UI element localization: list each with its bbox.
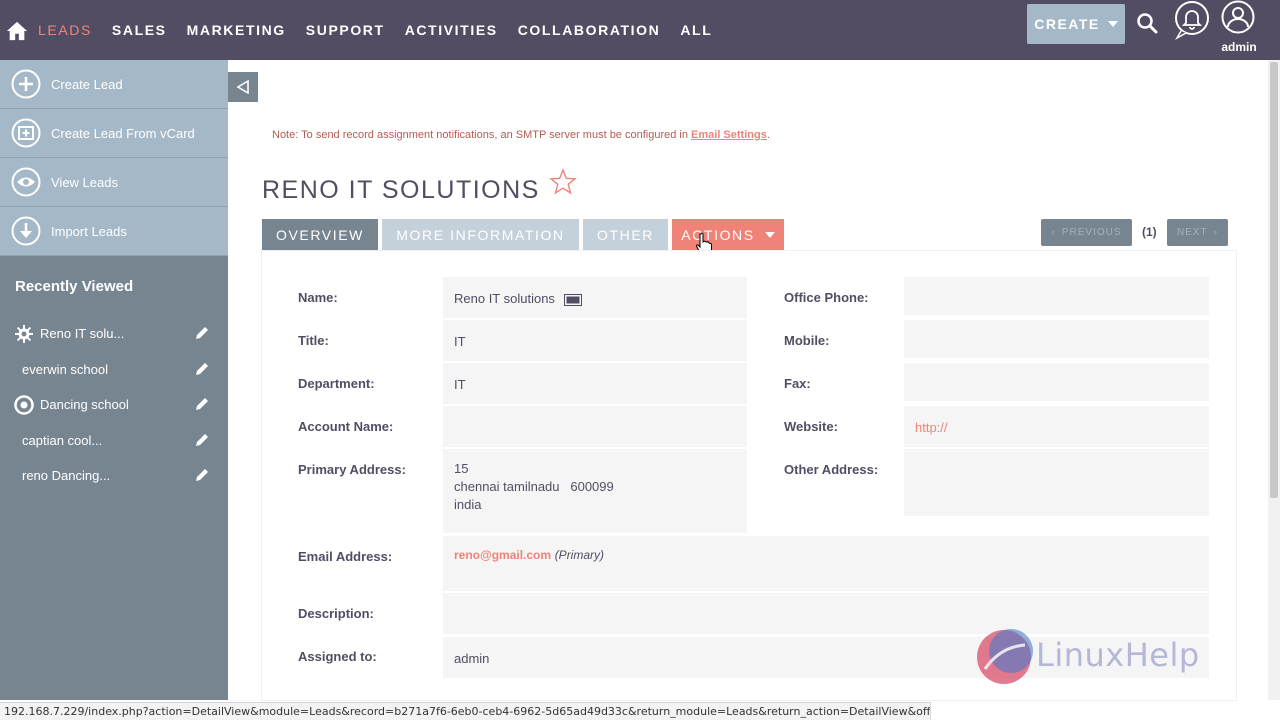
email-primary-tag: (Primary): [554, 548, 605, 562]
account-name-value: [443, 406, 747, 447]
recent-item[interactable]: captian cool...: [0, 423, 228, 459]
office-phone-value: [904, 277, 1209, 315]
recent-item[interactable]: Dancing school: [0, 387, 228, 423]
pencil-icon[interactable]: [194, 325, 210, 341]
nav-all[interactable]: ALL: [680, 22, 712, 38]
sidebar-import-leads-label: Import Leads: [51, 223, 127, 239]
triangle-left-icon: [236, 80, 249, 94]
name-label: Name:: [298, 290, 338, 305]
tab-overview[interactable]: OVERVIEW: [262, 219, 378, 251]
next-label: NEXT: [1176, 227, 1208, 238]
eye-icon: [11, 167, 41, 197]
user-name[interactable]: admin: [1214, 40, 1264, 54]
sidebar-create-lead-vcard[interactable]: Create Lead From vCard: [0, 109, 228, 158]
assigned-to-label: Assigned to:: [298, 649, 377, 664]
primary-address-label: Primary Address:: [298, 462, 406, 477]
chevron-right-icon: ›: [1213, 227, 1218, 238]
create-button-label: CREATE: [1034, 16, 1100, 32]
sidebar-create-lead-vcard-label: Create Lead From vCard: [51, 125, 195, 141]
mobile-label: Mobile:: [784, 333, 830, 348]
pencil-icon[interactable]: [194, 396, 210, 412]
bell-icon[interactable]: [1173, 0, 1211, 40]
previous-label: PREVIOUS: [1061, 227, 1122, 238]
browser-status-bar: 192.168.7.229/index.php?action=DetailVie…: [0, 702, 931, 720]
page-scrollbar[interactable]: [1268, 60, 1280, 700]
caret-down-icon: [764, 232, 775, 238]
nav-leads[interactable]: LEADS: [38, 22, 92, 38]
nav-sales[interactable]: SALES: [112, 22, 167, 38]
avatar-icon[interactable]: [1221, 0, 1255, 34]
department-value: IT: [443, 363, 747, 404]
chevron-left-icon: ‹: [1051, 227, 1056, 238]
nav-activities[interactable]: ACTIVITIES: [405, 22, 498, 38]
recent-item[interactable]: Reno IT solu...: [0, 316, 228, 352]
nav-marketing[interactable]: MARKETING: [187, 22, 286, 38]
sidebar-view-leads[interactable]: View Leads: [0, 158, 228, 207]
smtp-note: Note: To send record assignment notifica…: [272, 129, 770, 141]
home-icon[interactable]: [6, 20, 28, 42]
tab-other[interactable]: OTHER: [583, 219, 668, 251]
nav-support[interactable]: SUPPORT: [306, 22, 385, 38]
sidebar-create-lead[interactable]: Create Lead: [0, 60, 228, 109]
pencil-icon[interactable]: [194, 432, 210, 448]
smtp-note-text: Note: To send record assignment notifica…: [272, 129, 692, 141]
name-value-text: Reno IT solutions: [454, 291, 555, 306]
vcard-icon[interactable]: [563, 293, 582, 306]
sidebar-view-leads-label: View Leads: [51, 174, 118, 190]
website-label: Website:: [784, 419, 838, 434]
sidebar: Create Lead Create Lead From vCard View …: [0, 60, 228, 700]
address-line: chennai tamilnadu 600099: [454, 479, 614, 494]
address-line: india: [454, 497, 482, 512]
actions-dropdown-button[interactable]: ACTIONS: [672, 219, 784, 251]
actions-label: ACTIONS: [681, 227, 755, 243]
smtp-note-suffix: .: [766, 129, 770, 141]
nav-collaboration[interactable]: COLLABORATION: [518, 22, 661, 38]
page-title: RENO IT SOLUTIONS: [262, 176, 540, 204]
website-link[interactable]: http://: [904, 406, 1209, 447]
other-address-label: Other Address:: [784, 462, 879, 477]
previous-button[interactable]: ‹ PREVIOUS: [1041, 219, 1132, 246]
top-navbar: LEADS SALES MARKETING SUPPORT ACTIVITIES…: [0, 0, 1280, 60]
description-label: Description:: [298, 606, 374, 621]
recent-item[interactable]: everwin school: [0, 352, 228, 388]
caret-down-icon: [1107, 21, 1118, 27]
star-icon[interactable]: [549, 168, 577, 196]
watermark-text: LinuxHelp: [1036, 636, 1200, 674]
name-value: Reno IT solutions: [443, 277, 747, 318]
pager-count: (1): [1142, 225, 1157, 239]
sidebar-import-leads[interactable]: Import Leads: [0, 207, 228, 256]
title-label: Title:: [298, 333, 329, 348]
next-button[interactable]: NEXT ›: [1167, 219, 1228, 246]
pencil-icon[interactable]: [194, 467, 210, 483]
vcard-plus-icon: [11, 118, 41, 148]
title-value: IT: [443, 320, 747, 361]
fax-value: [904, 363, 1209, 401]
plus-circle-icon: [11, 69, 41, 99]
account-name-label: Account Name:: [298, 419, 394, 434]
search-icon[interactable]: [1135, 11, 1159, 35]
fax-label: Fax:: [784, 376, 811, 391]
sidebar-collapse-button[interactable]: [228, 72, 258, 102]
primary-address-value: 15 chennai tamilnadu 600099 india: [443, 449, 747, 533]
email-link[interactable]: reno@gmail.com: [454, 548, 551, 562]
tab-more-information[interactable]: MORE INFORMATION: [382, 219, 579, 251]
create-button[interactable]: CREATE: [1027, 4, 1125, 44]
other-address-value: [904, 449, 1209, 516]
recent-item[interactable]: reno Dancing...: [0, 458, 228, 494]
address-line: 15: [454, 461, 469, 476]
main-menu: LEADS SALES MARKETING SUPPORT ACTIVITIES…: [38, 0, 732, 60]
email-settings-link[interactable]: Email Settings: [691, 129, 767, 141]
download-icon: [11, 216, 41, 246]
gear-icon: [15, 324, 33, 343]
office-phone-label: Office Phone:: [784, 290, 869, 305]
department-label: Department:: [298, 376, 375, 391]
email-address-value: reno@gmail.com (Primary): [443, 536, 1209, 591]
recently-viewed-title: Recently Viewed: [15, 278, 134, 295]
email-address-label: Email Address:: [298, 549, 393, 564]
scrollbar-thumb[interactable]: [1270, 62, 1278, 498]
pencil-icon[interactable]: [194, 361, 210, 377]
target-icon: [14, 395, 34, 415]
sidebar-create-lead-label: Create Lead: [51, 76, 123, 92]
mobile-value: [904, 320, 1209, 358]
